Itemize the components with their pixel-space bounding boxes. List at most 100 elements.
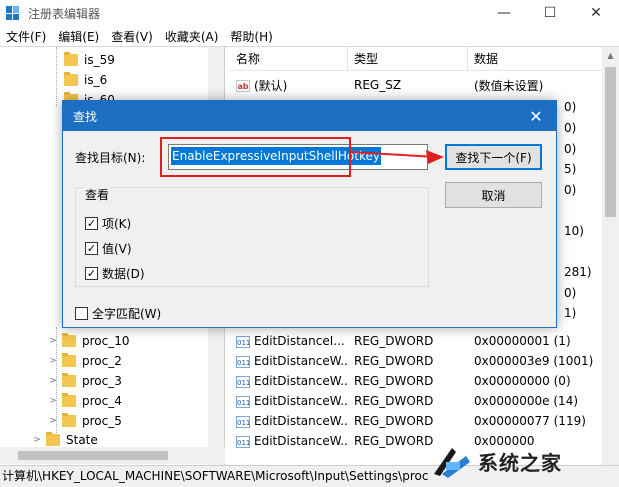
column-data-header[interactable]: 数据 (468, 47, 602, 71)
find-dialog: 查找 ✕ 查找目标(N): EnableExpressiveInputShell… (62, 100, 557, 328)
option-data[interactable]: ✓ 数据(D) (85, 265, 145, 282)
value-type: REG_DWORD (354, 354, 434, 368)
tree-item-label: is_6 (84, 73, 108, 87)
folder-icon (62, 333, 76, 347)
list-item[interactable]: 011 EditDistanceW... REG_DWORD 0x00000000… (230, 371, 619, 391)
chevron-right-icon[interactable]: > (32, 435, 42, 445)
partial-data: 0) (564, 120, 577, 135)
tree-item[interactable]: > proc_5 (48, 411, 122, 431)
folder-icon (62, 353, 76, 367)
checkbox-checked-icon[interactable]: ✓ (85, 267, 98, 280)
option-whole-match[interactable]: 全字匹配(W) (75, 305, 161, 322)
value-data: 0x00000000 (0) (474, 374, 571, 388)
option-label: 数据(D) (102, 267, 145, 281)
value-type: REG_DWORD (354, 414, 434, 428)
annotation-highlight-box (160, 137, 351, 177)
folder-icon (62, 413, 76, 427)
maximize-button[interactable]: ☐ (527, 0, 573, 26)
option-keys[interactable]: ✓ 项(K) (85, 215, 131, 232)
partial-data: 0) (564, 183, 577, 198)
menu-bar: 文件(F) 编辑(E) 查看(V) 收藏夹(A) 帮助(H) (0, 26, 619, 46)
close-button[interactable]: ✕ (573, 0, 619, 26)
folder-icon (64, 72, 78, 86)
value-data: 0x00000001 (1) (474, 334, 571, 348)
partial-data: 281) (564, 264, 592, 279)
tree-item[interactable]: is_59 (64, 50, 115, 70)
partial-data: 1) (564, 306, 577, 321)
menu-file[interactable]: 文件(F) (0, 28, 52, 45)
partial-data: 0) (564, 100, 577, 114)
value-name: EditDistanceW... (254, 394, 348, 408)
scroll-thumb[interactable] (605, 67, 616, 217)
tree-item[interactable]: > proc_3 (48, 371, 122, 391)
checkbox-checked-icon[interactable]: ✓ (85, 242, 98, 255)
list-item[interactable]: 011 EditDistanceW... REG_DWORD 0x0000000e… (230, 391, 619, 411)
chevron-right-icon[interactable]: > (48, 356, 58, 366)
tree-horizontal-scrollbar[interactable] (0, 447, 225, 464)
binary-value-icon: 011 (236, 335, 250, 348)
value-type: REG_DWORD (354, 374, 434, 388)
folder-icon (62, 393, 76, 407)
menu-view[interactable]: 查看(V) (105, 28, 159, 45)
tree-item-label: State (66, 433, 98, 447)
minimize-button[interactable]: — (481, 0, 527, 26)
partial-data-column: 0) 0) 0) 5) 0) 10) 281) 0) 1) (564, 97, 604, 324)
dialog-title: 查找 (73, 109, 98, 124)
value-name: EditDistanceI... (254, 334, 345, 348)
tree-item-label: proc_3 (82, 374, 122, 388)
option-values[interactable]: ✓ 值(V) (85, 240, 132, 257)
value-data: 0x000003e9 (1001) (474, 354, 594, 368)
value-name: EditDistanceW... (254, 414, 348, 428)
partial-data: 10) (564, 223, 584, 238)
value-type: REG_SZ (354, 78, 402, 92)
chevron-right-icon[interactable]: > (48, 376, 58, 386)
binary-value-icon: 011 (236, 355, 250, 368)
watermark-logo-icon (432, 444, 472, 480)
watermark-text: 系统之家 (478, 451, 562, 475)
list-item[interactable]: 011 EditDistanceI... REG_DWORD 0x00000001… (230, 331, 619, 351)
chevron-right-icon[interactable]: > (48, 336, 58, 346)
dialog-close-button[interactable]: ✕ (516, 101, 556, 131)
tree-item-label: proc_5 (82, 414, 122, 428)
tree-item[interactable]: > proc_4 (48, 391, 122, 411)
watermark: 系统之家 (428, 436, 619, 487)
checkbox-checked-icon[interactable]: ✓ (85, 217, 98, 230)
folder-icon (62, 373, 76, 387)
value-name: EditDistanceW... (254, 354, 348, 368)
menu-help[interactable]: 帮助(H) (224, 28, 278, 45)
option-label: 全字匹配(W) (92, 307, 162, 321)
list-item[interactable]: ab (默认) REG_SZ (数值未设置) (230, 75, 619, 95)
title-bar: 注册表编辑器 — ☐ ✕ (0, 0, 619, 26)
column-name-header[interactable]: 名称 (230, 47, 348, 71)
find-target-label: 查找目标(N): (75, 151, 146, 165)
tree-item[interactable]: > proc_10 (48, 331, 130, 351)
value-name: (默认) (254, 78, 288, 93)
list-vertical-scrollbar[interactable]: ▲ (602, 47, 619, 466)
window-title: 注册表编辑器 (28, 6, 101, 21)
value-data: 0x00000077 (119) (474, 414, 586, 428)
option-label: 值(V) (102, 242, 132, 256)
look-at-group-label: 查看 (83, 186, 112, 203)
value-type: REG_DWORD (354, 334, 434, 348)
tree-item[interactable]: > proc_2 (48, 351, 122, 371)
value-type: REG_DWORD (354, 394, 434, 408)
binary-value-icon: 011 (236, 375, 250, 388)
tree-guide-line (56, 47, 57, 107)
chevron-right-icon[interactable]: > (48, 416, 58, 426)
column-type-header[interactable]: 类型 (348, 47, 468, 71)
partial-data: 0) (564, 285, 577, 300)
binary-value-icon: 011 (236, 415, 250, 428)
list-item[interactable]: 011 EditDistanceW... REG_DWORD 0x00000077… (230, 411, 619, 431)
list-item[interactable]: 011 EditDistanceW... REG_DWORD 0x000003e9… (230, 351, 619, 371)
partial-data: 5) (564, 162, 577, 177)
folder-icon (64, 52, 78, 66)
tree-item[interactable]: is_6 (64, 70, 107, 90)
option-label: 项(K) (102, 217, 132, 231)
chevron-right-icon[interactable]: > (48, 396, 58, 406)
menu-edit[interactable]: 编辑(E) (52, 28, 105, 45)
menu-favorites[interactable]: 收藏夹(A) (159, 28, 225, 45)
find-next-button[interactable]: 查找下一个(F) (445, 144, 542, 170)
checkbox-unchecked-icon[interactable] (75, 307, 88, 320)
scroll-up-icon[interactable]: ▲ (602, 47, 619, 64)
cancel-button[interactable]: 取消 (445, 182, 542, 208)
